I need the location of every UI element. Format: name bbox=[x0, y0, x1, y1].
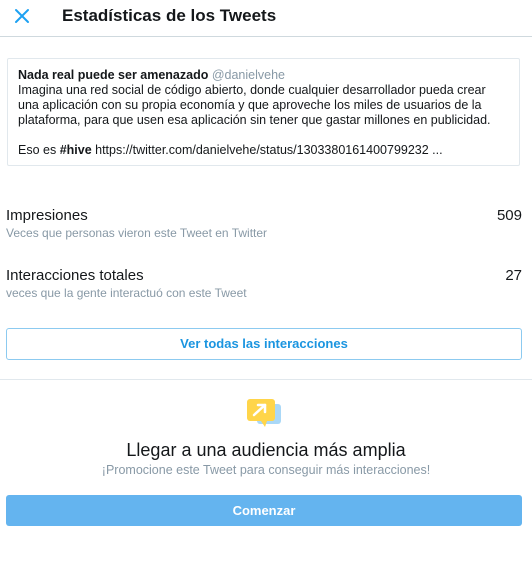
tweet-hashtag[interactable]: #hive bbox=[60, 143, 92, 157]
close-icon bbox=[15, 9, 29, 23]
engagements-description: veces que la gente interactuó con este T… bbox=[6, 286, 247, 300]
get-started-button[interactable]: Comenzar bbox=[6, 495, 522, 526]
tweet-author-line: Nada real puede ser amenazado @danielveh… bbox=[18, 68, 509, 83]
impressions-stat: Impresiones Veces que personas vieron es… bbox=[6, 207, 522, 240]
dialog-title: Estadísticas de los Tweets bbox=[62, 6, 277, 25]
engagements-value: 27 bbox=[505, 267, 522, 284]
tweet-preview-card[interactable]: Nada real puede ser amenazado @danielveh… bbox=[7, 58, 520, 166]
impressions-value: 509 bbox=[496, 207, 522, 224]
tweet-text-line: plataforma, para que usen esa aplicación… bbox=[18, 113, 491, 127]
promote-arrow-icon bbox=[245, 398, 283, 430]
tweet-text-prefix: Eso es bbox=[18, 143, 60, 157]
dialog-header: Estadísticas de los Tweets bbox=[0, 0, 532, 37]
engagements-label: Interacciones totales bbox=[6, 267, 144, 284]
tweet-author-name: Nada real puede ser amenazado bbox=[18, 68, 209, 82]
view-all-engagements-button[interactable]: Ver todas las interacciones bbox=[6, 328, 522, 360]
promo-title: Llegar a una audiencia más amplia bbox=[126, 440, 406, 460]
impressions-description: Veces que personas vieron este Tweet en … bbox=[6, 226, 268, 240]
close-button[interactable] bbox=[8, 4, 36, 28]
promo-subtitle: ¡Promocione este Tweet para conseguir má… bbox=[101, 463, 431, 477]
tweet-text-line: Imagina una red social de código abierto… bbox=[18, 83, 486, 97]
tweet-text-line: una aplicación con su propia economía y … bbox=[18, 98, 482, 112]
tweet-link[interactable]: https://twitter.com/danielvehe/status/13… bbox=[92, 143, 442, 157]
tweet-author-handle: @danielvehe bbox=[211, 68, 286, 82]
tweet-text-last-line: Eso es #hive https://twitter.com/danielv… bbox=[18, 143, 509, 158]
impressions-label: Impresiones bbox=[6, 207, 88, 224]
engagements-stat: Interacciones totales veces que la gente… bbox=[6, 267, 522, 300]
section-divider bbox=[0, 379, 532, 380]
